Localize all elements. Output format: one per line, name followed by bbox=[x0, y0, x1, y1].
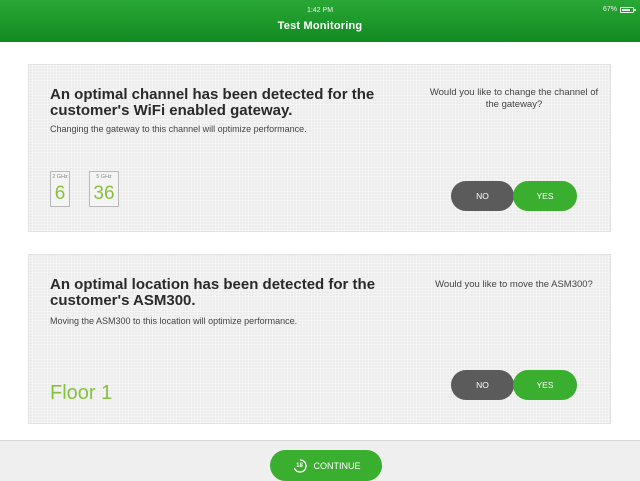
app-header: 1:42 PM Test Monitoring 67% bbox=[0, 0, 640, 42]
location-yes-button[interactable]: YES bbox=[513, 370, 577, 400]
channel-no-button[interactable]: NO bbox=[451, 181, 514, 211]
channel-value: 6 bbox=[54, 183, 66, 204]
channel-value: 36 bbox=[93, 183, 115, 204]
card-title: An optimal channel has been detected for… bbox=[50, 86, 375, 119]
footer-bar: 18 CONTINUE bbox=[0, 440, 640, 481]
countdown-timer: 18 bbox=[292, 458, 308, 474]
recommended-location: Floor 1 bbox=[50, 382, 113, 404]
card-title: An optimal location has been detected fo… bbox=[50, 276, 376, 309]
main-content: An optimal channel has been detected for… bbox=[0, 42, 640, 440]
channel-2ghz-box: 2 GHz 6 bbox=[50, 171, 70, 207]
continue-button[interactable]: 18 CONTINUE bbox=[270, 450, 382, 481]
battery-indicator: 67% bbox=[602, 6, 636, 13]
band-label: 2 GHz bbox=[52, 174, 68, 180]
card-subtitle: Changing the gateway to this channel wil… bbox=[50, 124, 307, 134]
band-label: 5 GHz bbox=[96, 174, 112, 180]
location-no-button[interactable]: NO bbox=[451, 370, 514, 400]
continue-label: CONTINUE bbox=[313, 460, 361, 471]
card-question: Would you like to move the ASM300? bbox=[435, 279, 593, 290]
card-subtitle: Moving the ASM300 to this location will … bbox=[50, 316, 298, 326]
card-question: Would you like to change the channel of … bbox=[429, 87, 599, 110]
battery-percent: 67% bbox=[602, 6, 617, 13]
channel-yes-button[interactable]: YES bbox=[513, 181, 577, 211]
countdown-value: 18 bbox=[296, 462, 303, 469]
channel-recommendation-card: An optimal channel has been detected for… bbox=[28, 64, 611, 232]
location-recommendation-card: An optimal location has been detected fo… bbox=[28, 254, 611, 424]
battery-icon bbox=[620, 6, 636, 13]
channel-5ghz-box: 5 GHz 36 bbox=[89, 171, 119, 207]
page-title: Test Monitoring bbox=[277, 20, 363, 32]
status-time: 1:42 PM bbox=[306, 7, 334, 14]
